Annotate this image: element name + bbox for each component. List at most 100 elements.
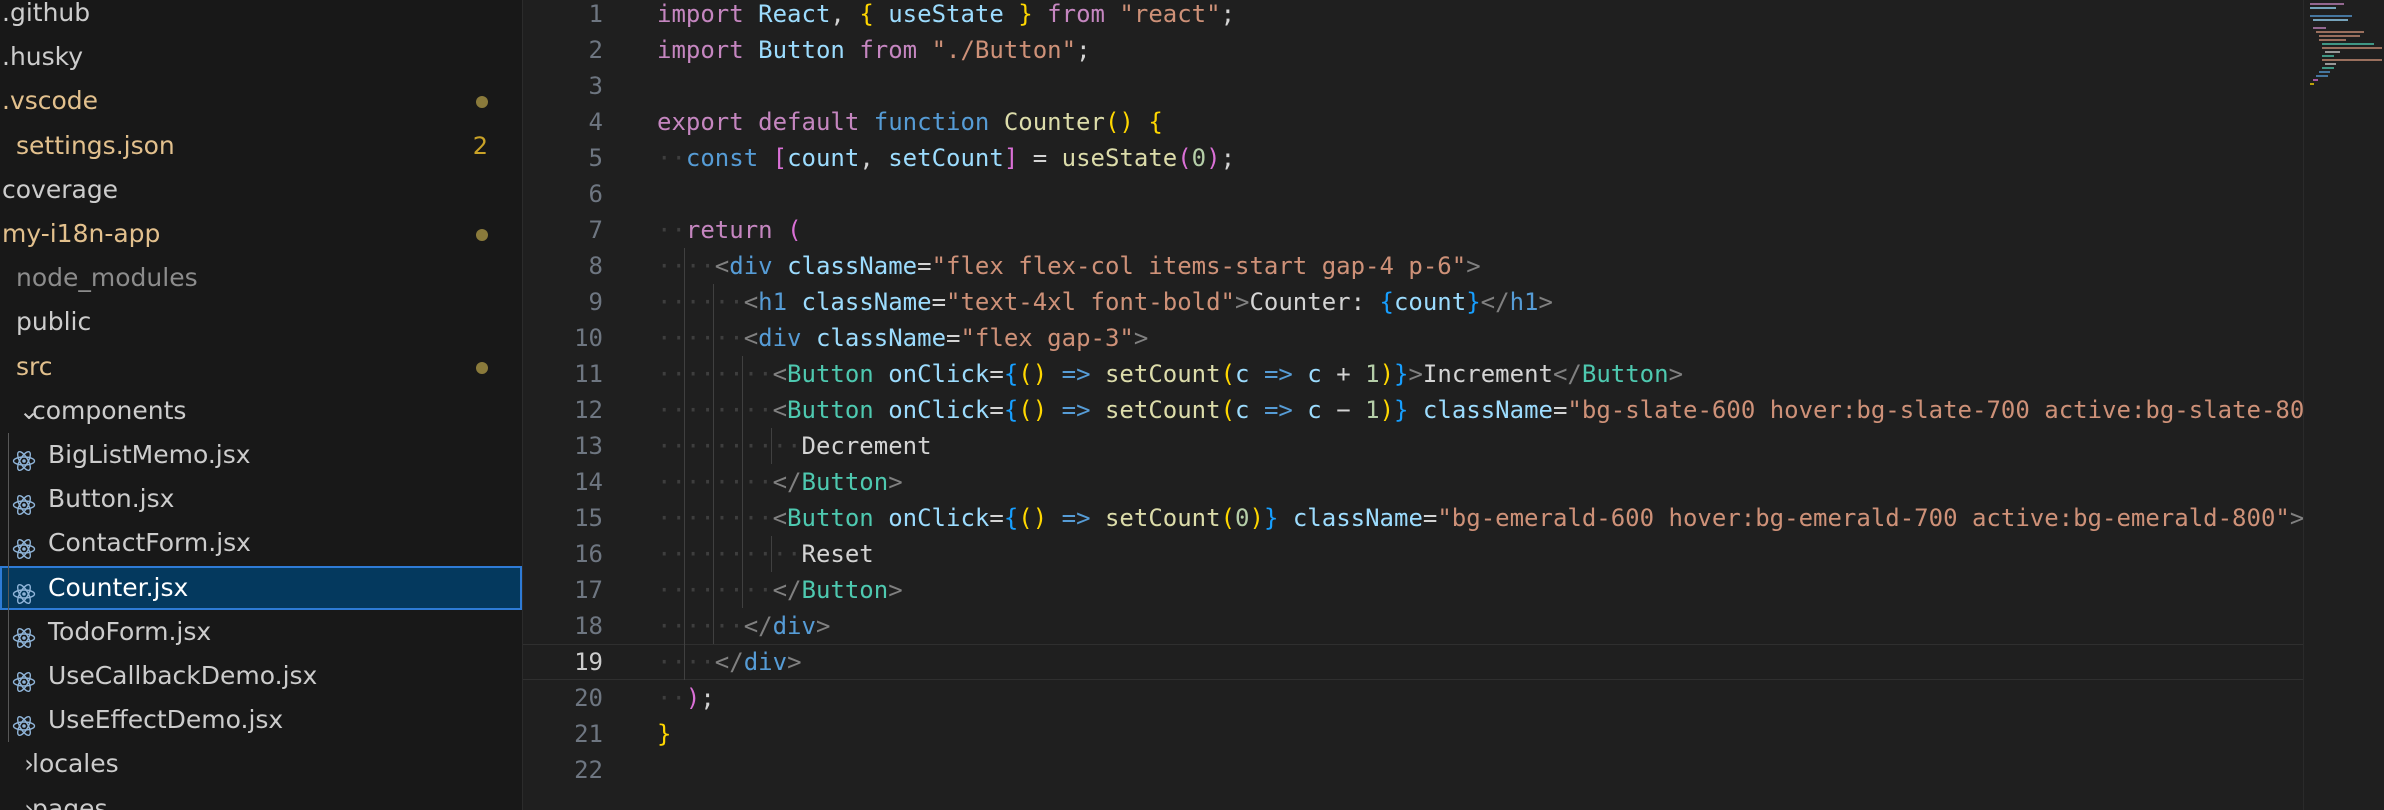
code-line[interactable]: 2 import Button from "./Button"; [523, 32, 2303, 68]
code-token: > [1466, 252, 1481, 280]
tree-item-my-i18n-app[interactable]: my-i18n-app [0, 212, 522, 256]
line-number: 21 [574, 720, 603, 748]
code-line[interactable]: 17 ········</Button> [523, 572, 2303, 608]
code-token: } [1394, 396, 1409, 424]
tree-indent-guide [8, 433, 9, 743]
whitespace-marker: ········ [657, 468, 773, 496]
tree-item-settings-json[interactable]: settings.json 2 [0, 124, 522, 168]
code-token: { [1003, 504, 1019, 532]
code-line[interactable]: 6 [523, 176, 2303, 212]
tree-item-public[interactable]: public [0, 300, 522, 344]
code-token: < [714, 252, 730, 280]
code-line[interactable]: 18 ······</div> [523, 608, 2303, 644]
code-line[interactable]: 16 ··········Reset [523, 536, 2303, 572]
code-token: { [1003, 396, 1019, 424]
code-token: div [772, 612, 816, 640]
code-token: [ [772, 144, 788, 172]
code-token: Button [758, 36, 845, 64]
code-line[interactable]: 15 ········<Button onClick={() => setCoun… [523, 500, 2303, 536]
whitespace-marker: ·········· [657, 540, 802, 568]
tree-item-label: public [16, 307, 92, 337]
code-text: ··········Reset [657, 536, 874, 572]
code-line[interactable]: 12 ········<Button onClick={() => setCoun… [523, 392, 2303, 428]
line-number: 14 [574, 468, 603, 496]
tree-item-biglistmemo-jsx[interactable]: BigListMemo.jsx [0, 433, 522, 477]
tree-item-todoform-jsx[interactable]: TodoForm.jsx [0, 610, 522, 654]
line-number: 5 [588, 144, 603, 172]
code-text: ····</div> [657, 644, 802, 680]
code-line[interactable]: 19 ····</div> [523, 644, 2303, 680]
tree-item-husky[interactable]: .husky [0, 35, 522, 79]
code-token: ; [1220, 0, 1236, 28]
code-token: "bg-slate-600 hover:bg-slate-700 active:… [1567, 396, 2303, 424]
code-line[interactable]: 22 [523, 752, 2303, 788]
tree-item-github[interactable]: .github [0, 0, 522, 35]
tree-item-contactform-jsx[interactable]: ContactForm.jsx [0, 521, 522, 565]
code-token: { [1148, 108, 1163, 136]
whitespace-marker: ········ [657, 360, 773, 388]
code-token: < [743, 324, 759, 352]
code-line[interactable]: 14 ········</Button> [523, 464, 2303, 500]
code-token: c [1235, 360, 1250, 388]
minimap-preview [2310, 3, 2382, 85]
code-line[interactable]: 13 ··········Decrement [523, 428, 2303, 464]
tree-item-counter-jsx[interactable]: Counter.jsx [0, 565, 522, 610]
code-token: setCount [1104, 396, 1221, 424]
code-token: Button [801, 576, 889, 604]
tree-item-usecallbackdemo-jsx[interactable]: UseCallbackDemo.jsx [0, 654, 522, 698]
code-text: ····<div className="flex flex-col items-… [657, 248, 1481, 284]
problems-count-badge: 2 [472, 131, 488, 160]
code-text: ··········Decrement [657, 428, 932, 464]
code-token: ) [685, 684, 701, 712]
tree-item-node-modules[interactable]: node_modules [0, 256, 522, 300]
tree-item-pages[interactable]: › pages [0, 787, 522, 810]
tree-item-label: Button.jsx [48, 484, 175, 514]
code-token: "react" [1119, 0, 1221, 28]
code-line[interactable]: 8 ····<div className="flex flex-col items… [523, 248, 2303, 284]
code-token: function [873, 108, 990, 136]
code-line[interactable]: 1 import React, { useState } from "react"… [523, 0, 2303, 32]
code-token: div [743, 648, 788, 676]
code-token: > [787, 648, 802, 676]
tree-item-locales[interactable]: › locales [0, 742, 522, 786]
code-token: => [1061, 360, 1091, 388]
minimap[interactable] [2303, 0, 2384, 810]
code-line[interactable]: 5 ··const [count, setCount] = useState(0)… [523, 140, 2303, 176]
tree-item-vscode[interactable]: .vscode [0, 79, 522, 123]
code-token: < [772, 504, 788, 532]
code-line[interactable]: 4 export default function Counter() { [523, 104, 2303, 140]
code-token: { [1379, 288, 1394, 316]
code-line[interactable]: 10 ······<div className="flex gap-3"> [523, 320, 2303, 356]
line-number: 4 [588, 108, 603, 136]
code-line[interactable]: 11 ········<Button onClick={() => setCoun… [523, 356, 2303, 392]
code-token: from [859, 36, 918, 64]
tree-item-src[interactable]: src [0, 345, 522, 389]
code-line[interactable]: 3 [523, 68, 2303, 104]
modified-dot-icon [476, 96, 488, 109]
tree-item-label: my-i18n-app [2, 219, 161, 248]
tree-item-components[interactable]: ⌄ components [0, 389, 522, 433]
tree-item-button-jsx[interactable]: Button.jsx [0, 477, 522, 521]
tree-item-coverage[interactable]: coverage [0, 168, 522, 212]
line-number: 8 [588, 252, 603, 280]
code-line[interactable]: 20 ··); [523, 680, 2303, 716]
tree-item-useeffectdemo-jsx[interactable]: UseEffectDemo.jsx [0, 698, 522, 742]
code-token: Button [787, 504, 874, 532]
code-editor[interactable]: 1 import React, { useState } from "react"… [523, 0, 2303, 810]
code-line[interactable]: 21} [523, 716, 2303, 752]
code-text: ······<div className="flex gap-3"> [657, 320, 1148, 356]
line-number: 15 [574, 504, 603, 532]
react-icon [12, 708, 36, 737]
react-icon [12, 531, 36, 560]
code-line[interactable]: 7 ··return ( [523, 212, 2303, 248]
code-line[interactable]: 9 ······<h1 className="text-4xl font-bold… [523, 284, 2303, 320]
